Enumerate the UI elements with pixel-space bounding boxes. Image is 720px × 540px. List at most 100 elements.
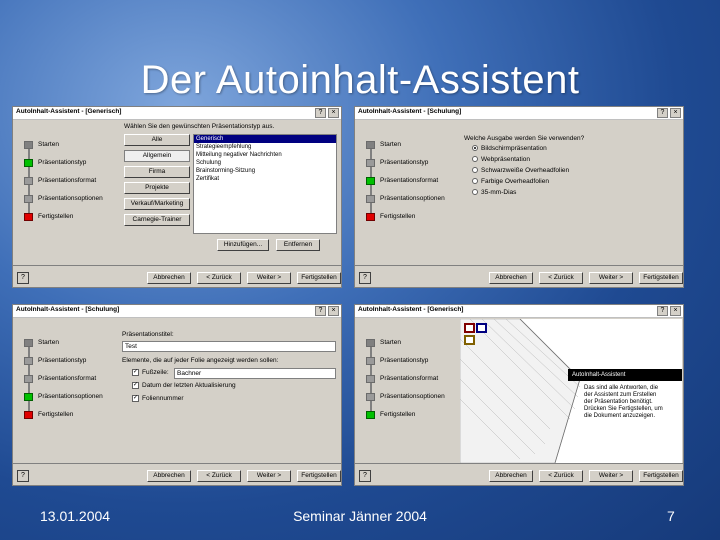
step-format[interactable]: Präsentationsformat [366,373,458,385]
prompt-text: Welche Ausgabe werden Sie verwenden? [464,135,585,142]
wizard-steps: Starten Präsentationstyp Präsentationsfo… [14,319,116,463]
radio-35mm-slides[interactable]: 35-mm-Dias [472,189,516,196]
radio-circle [472,167,478,174]
office-assistant-icon[interactable]: ? [359,470,371,482]
step-marker [24,177,33,185]
back-button[interactable]: < Zurück [197,470,241,482]
step-start[interactable]: Starten [24,337,116,349]
finish-button[interactable]: Fertigstellen [639,470,683,482]
category-carnegie-button[interactable]: Carnegie-Trainer [124,214,190,226]
close-button[interactable]: × [328,108,339,118]
next-button[interactable]: Weiter > [589,470,633,482]
help-button[interactable]: ? [315,306,326,316]
step-label: Präsentationstyp [38,357,87,364]
step-start[interactable]: Starten [366,337,458,349]
finish-button[interactable]: Fertigstellen [639,272,683,284]
remove-button[interactable]: Entfernen [276,239,320,251]
checkbox-box: ✓ [132,382,139,389]
step-marker [24,339,33,347]
step-label: Fertigstellen [380,411,416,418]
cancel-button[interactable]: Abbrechen [147,470,191,482]
radio-circle [472,178,478,185]
category-all-button[interactable]: Alle [124,134,190,146]
step-options[interactable]: Präsentationsoptionen [24,391,116,403]
step-label: Präsentationsformat [380,375,439,382]
step-type[interactable]: Präsentationstyp [24,355,116,367]
wizard-steps: Starten Präsentationstyp Präsentationsfo… [356,319,458,463]
step-start[interactable]: Starten [366,139,458,151]
step-label: Fertigstellen [380,213,416,220]
step-format[interactable]: Präsentationsformat [24,373,116,385]
help-button[interactable]: ? [657,108,668,118]
step-marker [366,159,375,167]
category-general-button[interactable]: Allgemein [124,150,190,162]
category-company-button[interactable]: Firma [124,166,190,178]
cancel-button[interactable]: Abbrechen [489,272,533,284]
category-projects-button[interactable]: Projekte [124,182,190,194]
add-button[interactable]: Hinzufügen... [217,239,269,251]
back-button[interactable]: < Zurück [539,470,583,482]
next-button[interactable]: Weiter > [247,470,291,482]
cancel-button[interactable]: Abbrechen [147,272,191,284]
close-button[interactable]: × [328,306,339,316]
step-finish[interactable]: Fertigstellen [366,211,458,223]
help-button[interactable]: ? [315,108,326,118]
presentation-title-input[interactable]: Test [122,341,336,352]
step-type[interactable]: Präsentationstyp [366,355,458,367]
step-format[interactable]: Präsentationsformat [366,175,458,187]
step-start[interactable]: Starten [24,139,116,151]
wizard-dialog-presentation-type: AutoInhalt-Assistent - [Generisch] ? × S… [12,106,342,288]
cancel-button[interactable]: Abbrechen [489,470,533,482]
footer-checkbox[interactable]: ✓ Fußzeile: [132,369,169,376]
step-options[interactable]: Präsentationsoptionen [366,193,458,205]
step-label: Starten [38,141,59,148]
radio-web-presentation[interactable]: Webpräsentation [472,156,530,163]
next-button[interactable]: Weiter > [247,272,291,284]
slide-number-checkbox[interactable]: ✓ Foliennummer [132,395,184,402]
dialog-title: AutoInhalt-Assistent - [Schulung] [358,108,462,115]
radio-bw-overheads[interactable]: Schwarzweiße Overheadfolien [472,167,569,174]
back-button[interactable]: < Zurück [539,272,583,284]
radio-screen-presentation[interactable]: Bildschirmpräsentation [472,145,547,152]
checkbox-box: ✓ [132,395,139,402]
list-item[interactable]: Brainstorming-Sitzung [194,167,336,175]
list-item[interactable]: Mitteilung negativer Nachrichten [194,151,336,159]
presentation-type-list[interactable]: Generisch Strategieempfehlung Mitteilung… [193,134,337,234]
list-item[interactable]: Strategieempfehlung [194,143,336,151]
step-marker-active [24,159,33,167]
finish-button[interactable]: Fertigstellen [297,272,341,284]
next-button[interactable]: Weiter > [589,272,633,284]
radio-color-overheads[interactable]: Farbige Overheadfolien [472,178,549,185]
checkbox-label: Foliennummer [142,395,184,403]
step-finish[interactable]: Fertigstellen [24,409,116,421]
step-type[interactable]: Präsentationstyp [24,157,116,169]
step-marker [366,357,375,365]
list-item[interactable]: Generisch [194,135,336,143]
step-options[interactable]: Präsentationsoptionen [24,193,116,205]
office-assistant-icon[interactable]: ? [17,470,29,482]
dialog-title: AutoInhalt-Assistent - [Schulung] [16,306,120,313]
radio-label: Farbige Overheadfolien [481,178,549,185]
step-finish[interactable]: Fertigstellen [24,211,116,223]
step-options[interactable]: Präsentationsoptionen [366,391,458,403]
wizard-dialog-output-format: AutoInhalt-Assistent - [Schulung] ? × St… [354,106,684,288]
footer-input[interactable]: Bachner [174,368,336,379]
list-item[interactable]: Zertifikat [194,175,336,183]
close-button[interactable]: × [670,306,681,316]
wizard-dialog-presentation-options: AutoInhalt-Assistent - [Schulung] ? × St… [12,304,342,486]
office-assistant-icon[interactable]: ? [17,272,29,284]
olive-template-icon [464,335,475,345]
office-assistant-icon[interactable]: ? [359,272,371,284]
back-button[interactable]: < Zurück [197,272,241,284]
step-type[interactable]: Präsentationstyp [366,157,458,169]
help-button[interactable]: ? [657,306,668,316]
close-button[interactable]: × [670,108,681,118]
date-checkbox[interactable]: ✓ Datum der letzten Aktualisierung [132,382,236,389]
step-marker [24,141,33,149]
finish-button[interactable]: Fertigstellen [297,470,341,482]
step-format[interactable]: Präsentationsformat [24,175,116,187]
list-item[interactable]: Schulung [194,159,336,167]
step-finish[interactable]: Fertigstellen [366,409,458,421]
radio-label: Bildschirmpräsentation [481,145,547,152]
category-sales-button[interactable]: Verkauf/Marketing [124,198,190,210]
